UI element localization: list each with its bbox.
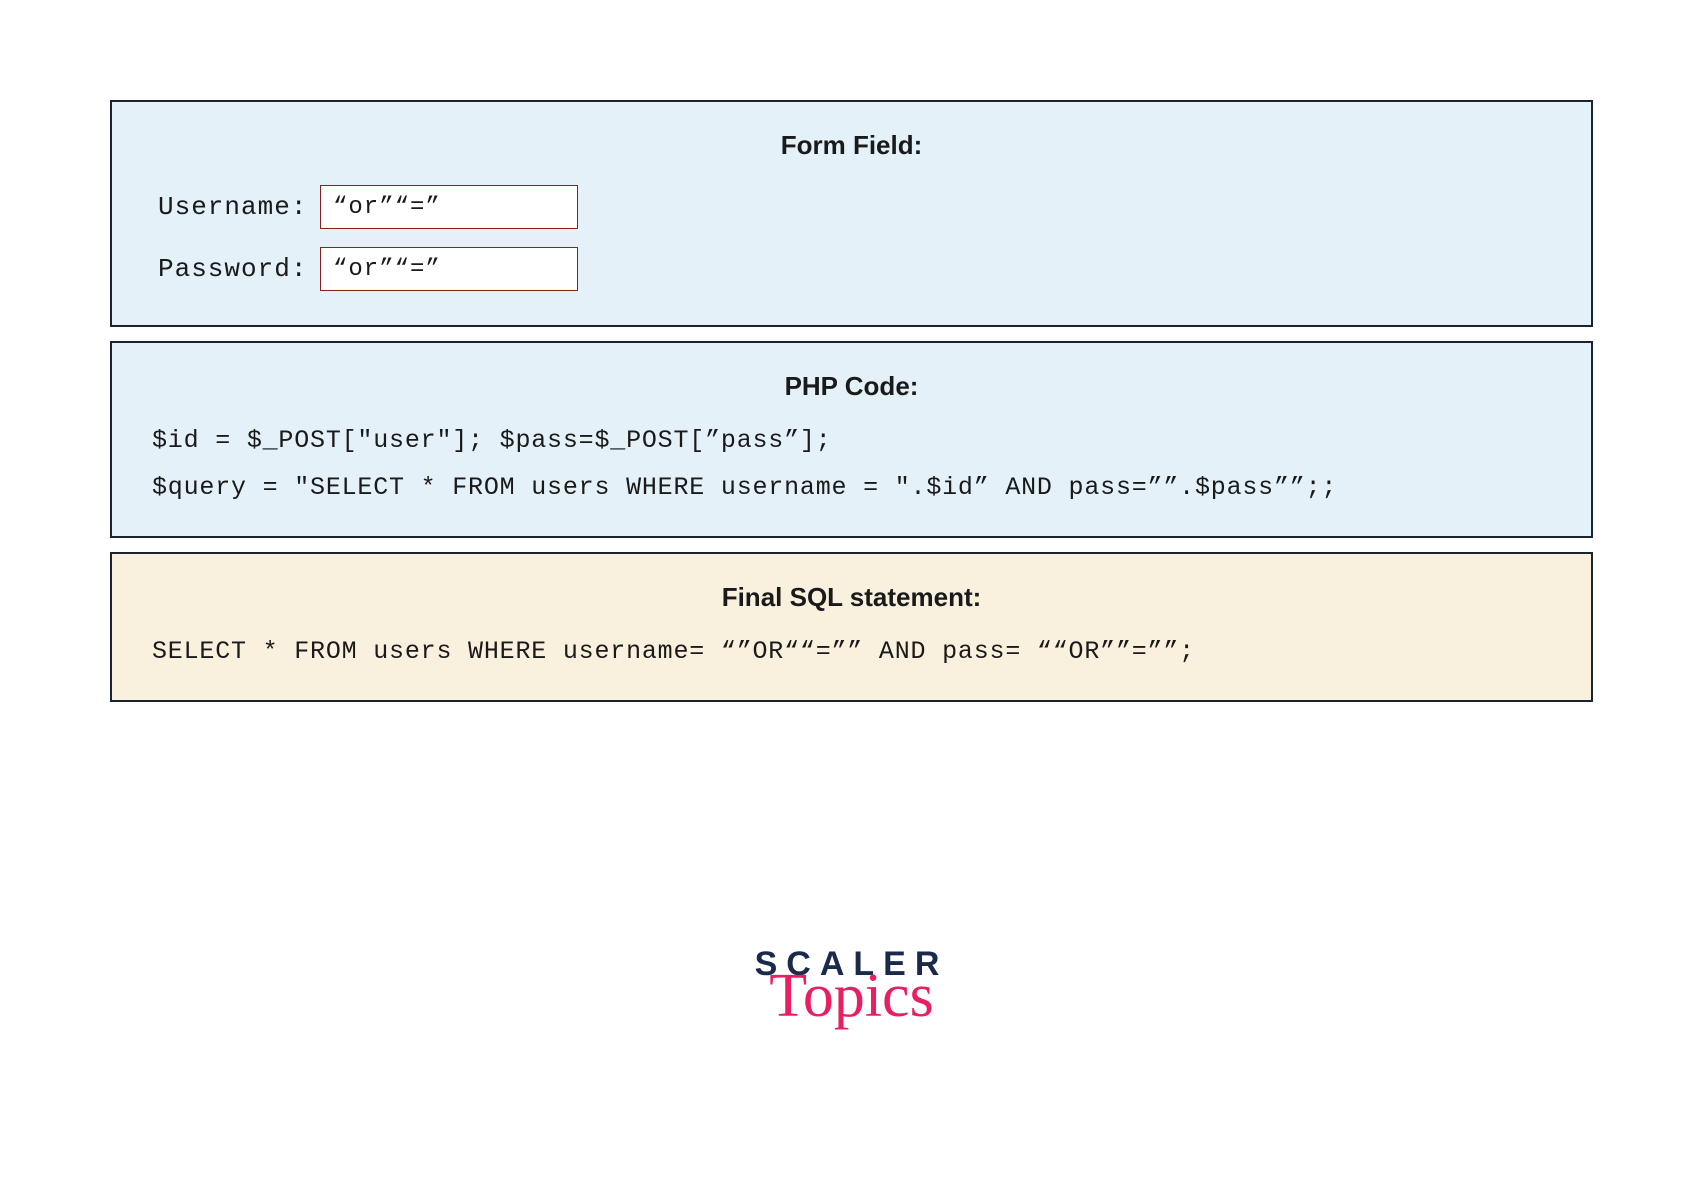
php-code-line-1: $id = $_POST["user"]; $pass=$_POST[”pass…	[152, 426, 1555, 455]
username-label: Username:	[158, 192, 320, 222]
sql-panel-title: Final SQL statement:	[148, 582, 1555, 613]
logo-subtitle: Topics	[755, 975, 949, 1018]
php-code-line-2: $query = "SELECT * FROM users WHERE user…	[152, 473, 1555, 502]
form-field-panel: Form Field: Username: Password:	[110, 100, 1593, 327]
scaler-topics-logo: SCALER Topics	[755, 947, 949, 1018]
password-row: Password:	[158, 247, 1555, 291]
password-label: Password:	[158, 254, 320, 284]
sql-statement-line: SELECT * FROM users WHERE username= “”OR…	[152, 637, 1555, 666]
username-input[interactable]	[320, 185, 578, 229]
sql-statement-panel: Final SQL statement: SELECT * FROM users…	[110, 552, 1593, 702]
php-panel-title: PHP Code:	[148, 371, 1555, 402]
username-row: Username:	[158, 185, 1555, 229]
password-input[interactable]	[320, 247, 578, 291]
form-panel-title: Form Field:	[148, 130, 1555, 161]
php-code-panel: PHP Code: $id = $_POST["user"]; $pass=$_…	[110, 341, 1593, 538]
